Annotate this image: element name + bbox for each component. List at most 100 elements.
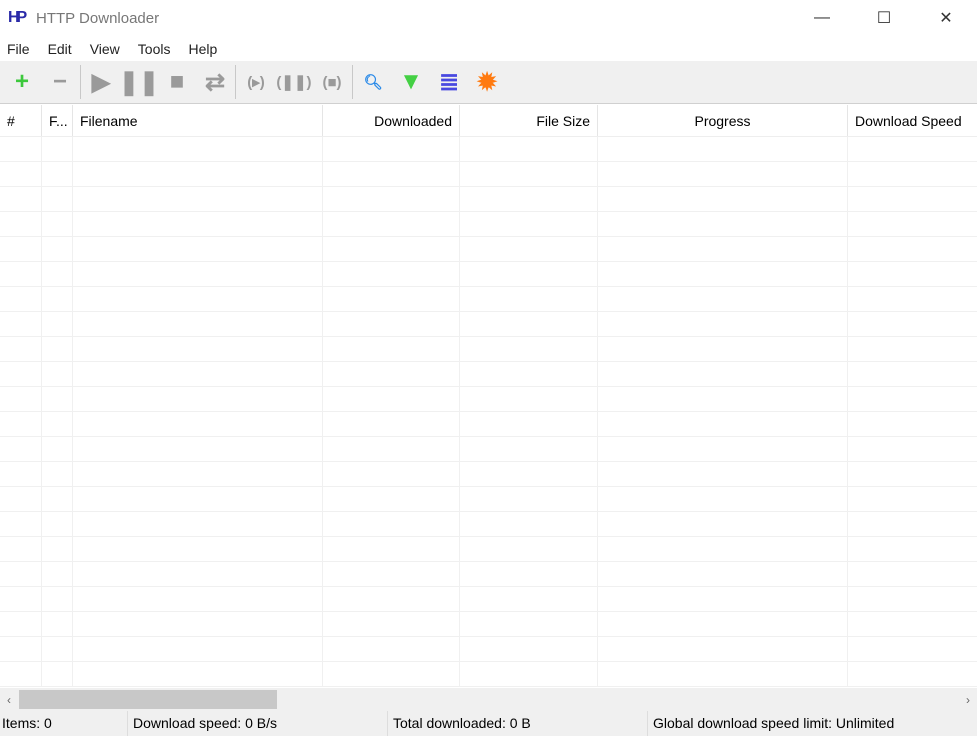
remove-button[interactable]: − bbox=[41, 63, 79, 101]
cell bbox=[848, 662, 977, 687]
column-header-4[interactable]: File Size bbox=[460, 105, 598, 136]
column-header-3[interactable]: Downloaded bbox=[323, 105, 460, 136]
scrollbar-thumb[interactable] bbox=[19, 690, 277, 709]
empty-row bbox=[0, 412, 977, 437]
cell bbox=[460, 612, 598, 637]
close-button[interactable]: ✕ bbox=[915, 0, 977, 36]
cell bbox=[848, 262, 977, 287]
menu-bar: File Edit View Tools Help bbox=[0, 36, 977, 61]
cell bbox=[848, 612, 977, 637]
cell bbox=[848, 362, 977, 387]
empty-row bbox=[0, 212, 977, 237]
cell bbox=[598, 262, 848, 287]
scroll-left-icon[interactable]: ‹ bbox=[0, 693, 18, 707]
cell bbox=[323, 512, 460, 537]
column-header-1[interactable]: F... bbox=[42, 105, 73, 136]
menu-view[interactable]: View bbox=[90, 41, 120, 57]
column-header-6[interactable]: Download Speed bbox=[848, 105, 977, 136]
cell bbox=[460, 337, 598, 362]
minimize-button[interactable]: — bbox=[791, 0, 853, 36]
cell bbox=[73, 187, 323, 212]
column-header-2[interactable]: Filename bbox=[73, 105, 323, 136]
cell bbox=[73, 312, 323, 337]
empty-row bbox=[0, 162, 977, 187]
cell bbox=[848, 287, 977, 312]
cell bbox=[598, 312, 848, 337]
download-list[interactable] bbox=[0, 137, 977, 688]
status-items: Items: 0 bbox=[0, 711, 128, 736]
cell bbox=[460, 362, 598, 387]
cell bbox=[73, 337, 323, 362]
empty-row bbox=[0, 562, 977, 587]
cell bbox=[460, 537, 598, 562]
cell bbox=[0, 262, 42, 287]
cell bbox=[0, 512, 42, 537]
horizontal-scrollbar[interactable]: ‹ › bbox=[0, 688, 977, 711]
cell bbox=[73, 562, 323, 587]
cell bbox=[598, 237, 848, 262]
cell bbox=[42, 487, 73, 512]
cell bbox=[73, 387, 323, 412]
menu-file[interactable]: File bbox=[7, 41, 30, 57]
cell bbox=[598, 462, 848, 487]
cell bbox=[598, 162, 848, 187]
cell bbox=[598, 362, 848, 387]
menu-tools[interactable]: Tools bbox=[138, 41, 171, 57]
cell bbox=[848, 487, 977, 512]
pause-button[interactable]: ❚❚ bbox=[119, 63, 159, 101]
cell bbox=[848, 537, 977, 562]
list-button[interactable]: ≣ bbox=[430, 63, 468, 101]
cell bbox=[42, 587, 73, 612]
cell bbox=[73, 287, 323, 312]
add-button[interactable]: + bbox=[3, 63, 41, 101]
stop-button[interactable]: ■ bbox=[158, 63, 196, 101]
cell bbox=[848, 162, 977, 187]
cell bbox=[323, 237, 460, 262]
cell bbox=[73, 412, 323, 437]
cell bbox=[848, 137, 977, 162]
options-button[interactable]: ✹ bbox=[468, 63, 506, 101]
cell bbox=[848, 437, 977, 462]
cell bbox=[0, 387, 42, 412]
menu-help[interactable]: Help bbox=[188, 41, 217, 57]
cell bbox=[0, 337, 42, 362]
remove-icon: − bbox=[52, 68, 67, 95]
cell bbox=[42, 562, 73, 587]
cell bbox=[598, 587, 848, 612]
cell bbox=[0, 537, 42, 562]
options-icon: ✹ bbox=[476, 68, 498, 96]
cell bbox=[323, 662, 460, 687]
cell bbox=[460, 187, 598, 212]
filter-icon: ▼ bbox=[399, 68, 423, 95]
menu-edit[interactable]: Edit bbox=[48, 41, 72, 57]
cell bbox=[460, 387, 598, 412]
start-button[interactable]: ▶ bbox=[82, 63, 120, 101]
pause-all-button[interactable]: (❚❚) bbox=[275, 63, 313, 101]
stop-all-button[interactable]: (■) bbox=[313, 63, 351, 101]
scroll-right-icon[interactable]: › bbox=[959, 693, 977, 707]
cell bbox=[0, 362, 42, 387]
maximize-button[interactable]: ☐ bbox=[853, 0, 915, 36]
column-header-0[interactable]: # bbox=[0, 105, 42, 136]
search-button[interactable]: 🔍︎ bbox=[354, 63, 392, 101]
cell bbox=[42, 262, 73, 287]
start-all-button[interactable]: (▸) bbox=[237, 63, 275, 101]
cell bbox=[73, 162, 323, 187]
filter-button[interactable]: ▼ bbox=[392, 63, 430, 101]
cell bbox=[598, 662, 848, 687]
cell bbox=[323, 337, 460, 362]
cell bbox=[42, 387, 73, 412]
cell bbox=[42, 637, 73, 662]
status-speed-limit[interactable]: Global download speed limit: Unlimited bbox=[648, 711, 894, 736]
cell bbox=[323, 187, 460, 212]
cell bbox=[460, 287, 598, 312]
cell bbox=[73, 437, 323, 462]
cell bbox=[460, 462, 598, 487]
empty-row bbox=[0, 662, 977, 687]
restart-button[interactable]: ⇄ bbox=[196, 63, 234, 101]
cell bbox=[42, 412, 73, 437]
empty-row bbox=[0, 462, 977, 487]
column-header-5[interactable]: Progress bbox=[598, 105, 848, 136]
empty-row bbox=[0, 187, 977, 212]
cell bbox=[598, 212, 848, 237]
